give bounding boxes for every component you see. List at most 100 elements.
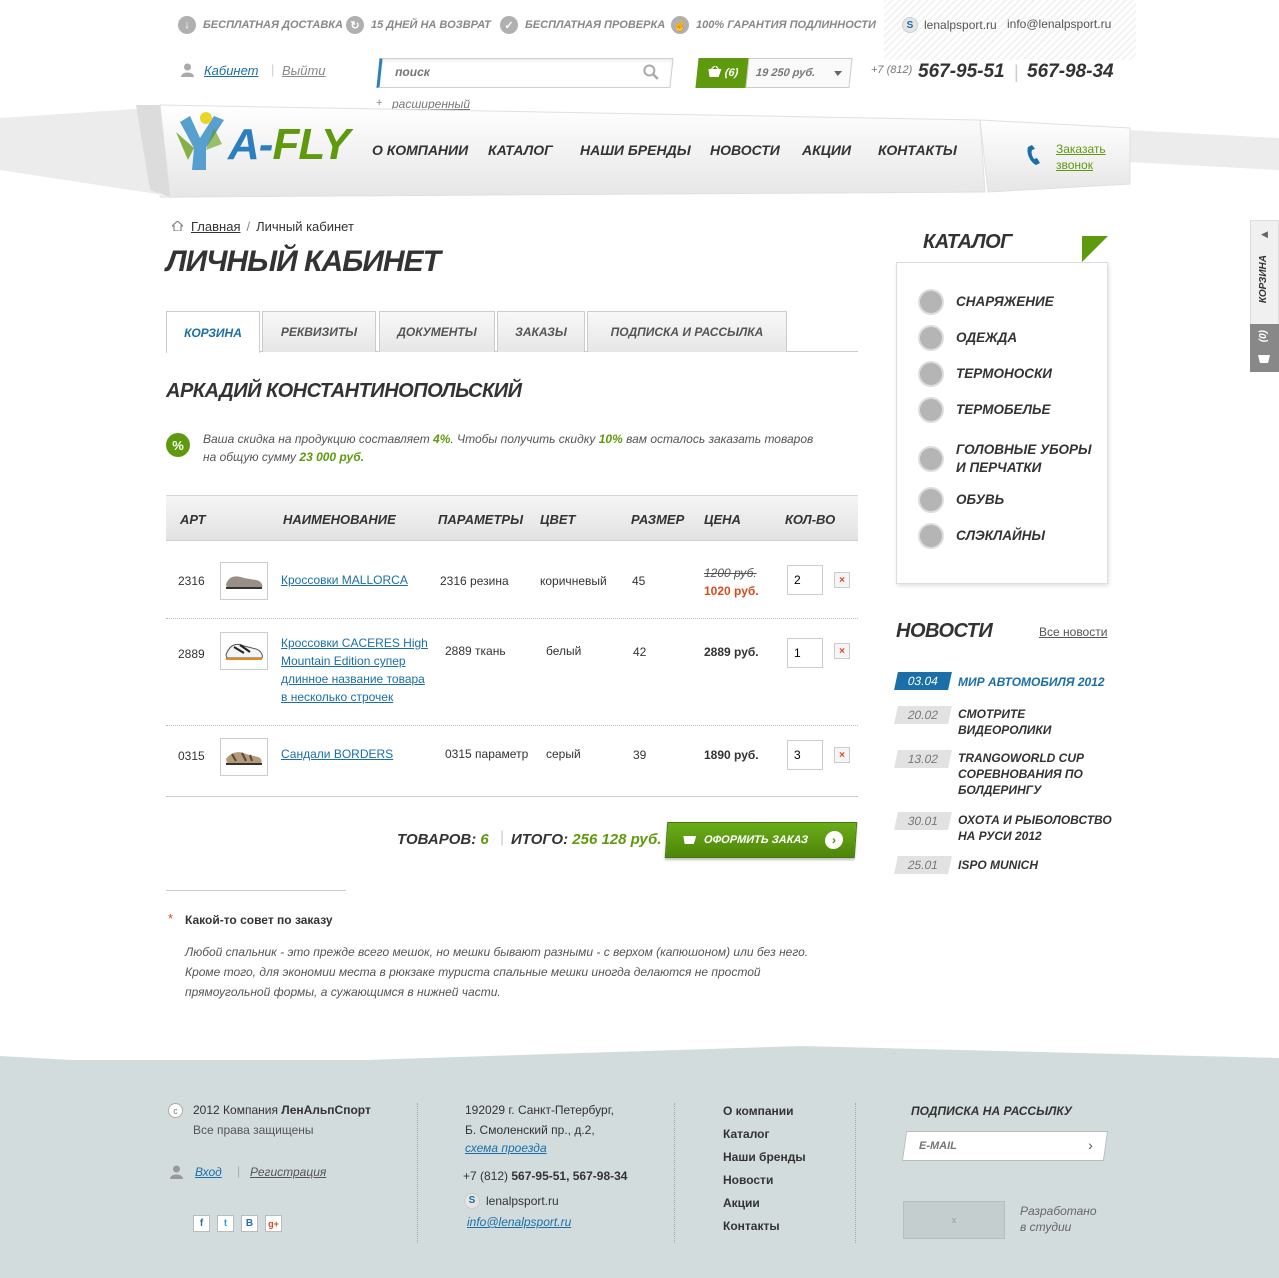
catalog-item-thermowear[interactable]: Термобелье [918, 397, 1051, 423]
footer-register-link[interactable]: Регистрация [250, 1165, 326, 1179]
cart-sum[interactable]: 19 250 руб. [745, 58, 853, 88]
row3-art: 0315 [178, 749, 205, 763]
catalog-item-shoes[interactable]: Обувь [918, 487, 1004, 513]
basket-icon [683, 833, 697, 847]
logo-text[interactable]: A-FLY [228, 120, 350, 170]
order-total: Итого: 256 128 руб. [511, 831, 662, 848]
news-date: 13.02 [894, 750, 952, 768]
catalog-item-clothing[interactable]: Одежда [918, 325, 1017, 351]
thumb-up-icon: ☝ [671, 16, 689, 34]
facebook-icon[interactable]: f [193, 1215, 210, 1232]
footer-menu-sales[interactable]: Акции [723, 1196, 760, 1210]
subscribe-title: Подписка на рассылку [911, 1104, 1072, 1118]
shoe-icon [918, 487, 944, 513]
row1-product-link[interactable]: Кроссовки MALLORCA [281, 571, 408, 589]
footer-phones: +7 (812) 567-95-51, 567-98-34 [463, 1169, 628, 1183]
side-cart-tab[interactable]: ◀ Корзина [1250, 220, 1279, 325]
nav-news[interactable]: Новости [710, 142, 780, 158]
all-news-link[interactable]: Все новости [1039, 625, 1107, 639]
nav-contacts[interactable]: Контакты [878, 142, 957, 158]
footer-menu-contacts[interactable]: Контакты [723, 1219, 780, 1233]
footer-menu-catalog[interactable]: Каталог [723, 1127, 770, 1141]
callback-link[interactable]: Заказать звонок [1056, 141, 1106, 173]
logout-link[interactable]: Выйти [282, 63, 326, 78]
catalog-item-thermosocks[interactable]: Термоноски [918, 361, 1052, 387]
tent-icon [918, 289, 944, 315]
search-field[interactable] [376, 58, 674, 88]
tab-orders[interactable]: Заказы [497, 311, 585, 352]
search-icon[interactable] [643, 64, 659, 85]
footer-menu-brands[interactable]: Наши бренды [723, 1150, 806, 1164]
row1-delete-icon[interactable]: × [834, 572, 850, 588]
phone-icon[interactable] [1026, 144, 1044, 171]
footer-menu-news[interactable]: Новости [723, 1173, 773, 1187]
product-image[interactable] [220, 738, 268, 776]
cabinet-link[interactable]: Кабинет [204, 63, 259, 78]
benefit-guarantee: ☝ 100% гарантия подлинности [671, 15, 876, 35]
row1-qty-input[interactable] [787, 565, 823, 595]
footer-skype[interactable]: Slenalpsport.ru [464, 1191, 559, 1211]
row3-qty-input[interactable] [787, 740, 823, 770]
home-icon[interactable] [170, 219, 185, 234]
tab-cart[interactable]: Корзина [166, 311, 260, 353]
subscribe-field[interactable]: › [901, 1131, 1109, 1161]
row1-price: 1020 руб. [704, 584, 759, 598]
twitter-icon[interactable]: t [217, 1215, 234, 1232]
phone-2: 567-98-34 [1027, 61, 1114, 82]
catalog-item-equipment[interactable]: Снаряжение [918, 289, 1054, 315]
news-item-link[interactable]: Мир автомобиля 2012 [958, 674, 1118, 690]
side-cart-count-text: (0) [1258, 330, 1269, 343]
news-title: Новости [896, 620, 993, 642]
news-item-link[interactable]: Охота и рыболовство на Руси 2012 [958, 812, 1118, 844]
rights-text: Все права защищены [193, 1123, 314, 1137]
catalog-item-slacklines[interactable]: Слэклайны [918, 523, 1045, 549]
row3-size: 39 [633, 748, 647, 762]
row3-product-link[interactable]: Сандали BORDERS [281, 745, 393, 763]
row2-delete-icon[interactable]: × [834, 643, 850, 659]
chevron-down-icon[interactable] [833, 71, 843, 76]
top-email[interactable]: info@lenalpsport.ru [1007, 17, 1111, 31]
return-icon: ↻ [346, 16, 364, 34]
product-image[interactable] [220, 632, 268, 670]
footer-email-link[interactable]: info@lenalpsport.ru [467, 1212, 571, 1232]
search-input[interactable] [395, 65, 636, 79]
product-image[interactable] [220, 562, 268, 600]
breadcrumb-current: Личный кабинет [256, 219, 354, 234]
checkout-button[interactable]: Оформить заказ › [664, 822, 858, 858]
chevron-right-icon[interactable]: › [1088, 1137, 1093, 1153]
footer-login-link[interactable]: Вход [195, 1165, 222, 1179]
footer-menu-about[interactable]: О компании [723, 1104, 794, 1118]
nav-about[interactable]: О компании [372, 142, 468, 158]
row2-size: 42 [633, 645, 647, 659]
logo-mark[interactable] [172, 110, 232, 179]
catalog-item-hats-gloves[interactable]: Головные уборы и перчатки [918, 441, 1092, 477]
tab-requisites[interactable]: Реквизиты [262, 311, 376, 352]
tip-divider [166, 890, 346, 891]
map-link[interactable]: схема проезда [465, 1138, 547, 1158]
row2-product-link[interactable]: Кроссовки CACERES High Mountain Edition … [281, 634, 431, 706]
news-item-link[interactable]: Trangoworld Cup соревнования по болдерингу [958, 750, 1118, 798]
top-skype[interactable]: Slenalpsport.ru [902, 17, 997, 33]
vk-icon[interactable]: В [241, 1215, 258, 1232]
row3-delete-icon[interactable]: × [834, 747, 850, 763]
news-item-link[interactable]: ISPO Munich [958, 857, 1118, 873]
subscribe-email-input[interactable] [919, 1140, 1069, 1152]
side-cart-count[interactable]: (0) [1250, 324, 1279, 372]
google-plus-icon[interactable]: g+ [265, 1215, 282, 1232]
nav-catalog[interactable]: Каталог [488, 142, 553, 158]
tab-documents[interactable]: Документы [379, 311, 495, 352]
tab-subscription[interactable]: Подписка и рассылка [587, 311, 787, 352]
benefit-return: ↻ 15 дней на возврат [346, 15, 491, 35]
footer-address-2: Б. Смоленский пр., д.2, [465, 1123, 595, 1137]
header-cart[interactable]: (6) 19 250 руб. [695, 58, 853, 88]
shoe-icon [225, 643, 263, 660]
news-item-link[interactable]: Смотрите видеоролики [958, 706, 1118, 738]
footer-separator [417, 1103, 418, 1243]
cart-count-badge[interactable]: (6) [695, 58, 751, 88]
shoe-icon [226, 576, 263, 589]
nav-sales[interactable]: Акции [802, 142, 851, 158]
nav-brands[interactable]: Наши бренды [580, 142, 691, 158]
studio-logo[interactable]: x [903, 1201, 1005, 1239]
row2-qty-input[interactable] [787, 638, 823, 668]
breadcrumb-home[interactable]: Главная [191, 219, 240, 234]
